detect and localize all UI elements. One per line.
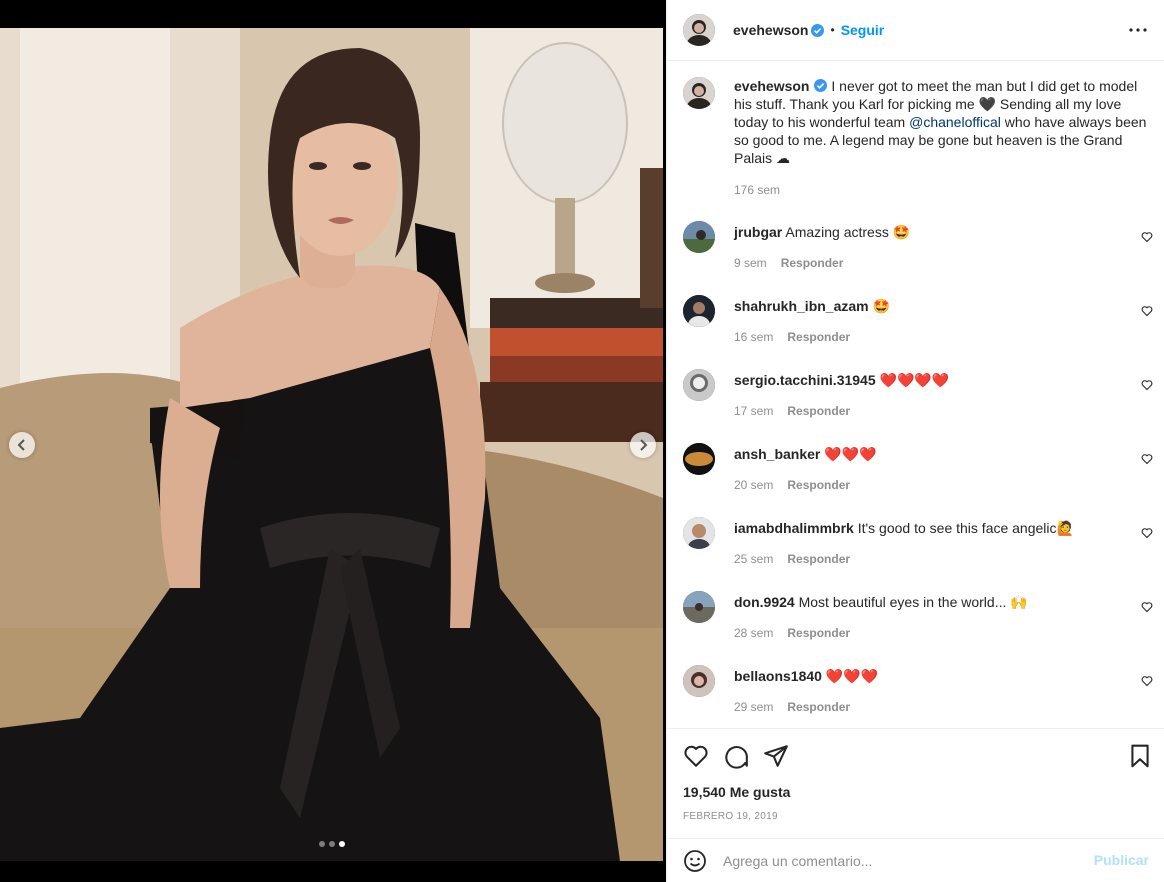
avatar[interactable]	[683, 369, 715, 401]
comment-username[interactable]: iamabdhalimmbrk	[734, 520, 854, 536]
heart-icon[interactable]	[1141, 305, 1153, 317]
comments-list[interactable]: evehewson I never got to meet the man bu…	[667, 61, 1164, 728]
heart-icon[interactable]	[1141, 675, 1153, 687]
comment-timestamp: 9 sem	[734, 256, 767, 270]
comment-timestamp: 28 sem	[734, 626, 774, 640]
avatar[interactable]	[683, 443, 715, 475]
comment-username[interactable]: jrubgar	[734, 224, 782, 240]
mention-link[interactable]: @chaneloffical	[909, 114, 1001, 130]
avatar[interactable]	[683, 295, 715, 327]
comment-timestamp: 25 sem	[734, 552, 774, 566]
comment-text: Amazing actress 🤩	[785, 224, 911, 240]
reply-button[interactable]: Responder	[787, 552, 850, 566]
comment-row: jrubgar Amazing actress 🤩 9 sem Responder	[683, 221, 1153, 281]
comment-row: ansh_banker ❤️❤️❤️ 20 sem Responder	[683, 443, 1153, 503]
previous-slide-button[interactable]	[9, 432, 35, 458]
avatar[interactable]	[683, 77, 715, 109]
likes-count[interactable]: 19,540 Me gusta	[683, 784, 790, 800]
verified-badge-icon	[811, 23, 825, 37]
avatar[interactable]	[683, 221, 715, 253]
chevron-right-icon	[640, 439, 648, 451]
comment-timestamp: 17 sem	[734, 404, 774, 418]
next-slide-button[interactable]	[630, 432, 656, 458]
caption-timestamp: 176 sem	[734, 183, 781, 197]
post-media	[0, 0, 666, 882]
comment-username[interactable]: bellaons1840	[734, 668, 822, 684]
avatar[interactable]	[683, 14, 715, 46]
reply-button[interactable]: Responder	[787, 404, 850, 418]
heart-icon[interactable]	[1141, 527, 1153, 539]
comment-row: don.9924 Most beautiful eyes in the worl…	[683, 591, 1153, 651]
follow-button[interactable]: Seguir	[841, 22, 885, 38]
comment-text: It's good to see this face angelic🙋	[857, 520, 1074, 536]
post-actions: 19,540 Me gusta FEBRERO 19, 2019	[667, 728, 1164, 838]
heart-icon[interactable]	[1141, 379, 1153, 391]
carousel-dot	[329, 841, 335, 847]
comment-timestamp: 20 sem	[734, 478, 774, 492]
comment-username[interactable]: shahrukh_ibn_azam	[734, 298, 869, 314]
comment-row: shahrukh_ibn_azam 🤩 16 sem Responder	[683, 295, 1153, 355]
heart-icon[interactable]	[1141, 231, 1153, 243]
comment-row: bellaons1840 ❤️❤️❤️ 29 sem Responder	[683, 665, 1153, 725]
carousel-dot-active	[339, 841, 345, 847]
post-author-username[interactable]: evehewson	[733, 22, 808, 38]
heart-icon[interactable]	[1141, 601, 1153, 613]
reply-button[interactable]: Responder	[787, 626, 850, 640]
comment-row: iamabdhalimmbrk It's good to see this fa…	[683, 517, 1153, 577]
post-date: FEBRERO 19, 2019	[683, 811, 778, 822]
carousel-indicator	[319, 841, 345, 847]
verified-badge-icon	[814, 79, 828, 92]
comment-row: sergio.tacchini.31945 ❤️❤️❤️❤️ 17 sem Res…	[683, 369, 1153, 429]
like-heart-icon[interactable]	[683, 743, 709, 769]
reply-button[interactable]: Responder	[787, 330, 850, 344]
caption-username[interactable]: evehewson	[734, 78, 809, 94]
reply-button[interactable]: Responder	[781, 256, 844, 270]
reply-button[interactable]: Responder	[787, 700, 850, 714]
comment-bubble-icon[interactable]	[723, 743, 749, 769]
publish-button[interactable]: Publicar	[1094, 852, 1149, 868]
comment-text: ❤️❤️❤️	[825, 668, 879, 684]
chevron-left-icon	[17, 439, 25, 451]
avatar[interactable]	[683, 591, 715, 623]
comment-input[interactable]	[723, 852, 1083, 869]
share-send-icon[interactable]	[763, 743, 789, 769]
post-header: evehewson • Seguir	[667, 0, 1164, 61]
header-separator: •	[830, 23, 835, 37]
comment-username[interactable]: don.9924	[734, 594, 795, 610]
avatar[interactable]	[683, 665, 715, 697]
heart-icon[interactable]	[1141, 453, 1153, 465]
save-bookmark-icon[interactable]	[1127, 743, 1153, 769]
add-comment-bar: Publicar	[667, 838, 1164, 882]
comment-text: Most beautiful eyes in the world... 🙌	[798, 594, 1028, 610]
emoji-icon[interactable]	[683, 849, 707, 873]
post-details-panel: evehewson • Seguir evehewson I never got…	[666, 0, 1164, 882]
post-photo	[0, 28, 663, 861]
comment-username[interactable]: sergio.tacchini.31945	[734, 372, 876, 388]
carousel-dot	[319, 841, 325, 847]
comment-text: 🤩	[872, 298, 890, 314]
avatar[interactable]	[683, 517, 715, 549]
comment-timestamp: 29 sem	[734, 700, 774, 714]
comment-timestamp: 16 sem	[734, 330, 774, 344]
comment-username[interactable]: ansh_banker	[734, 446, 820, 462]
more-options-icon[interactable]	[1128, 22, 1148, 38]
caption-text: evehewson I never got to meet the man bu…	[734, 77, 1154, 167]
comment-text: ❤️❤️❤️	[824, 446, 877, 462]
comment-text: ❤️❤️❤️❤️	[879, 372, 950, 388]
reply-button[interactable]: Responder	[787, 478, 850, 492]
